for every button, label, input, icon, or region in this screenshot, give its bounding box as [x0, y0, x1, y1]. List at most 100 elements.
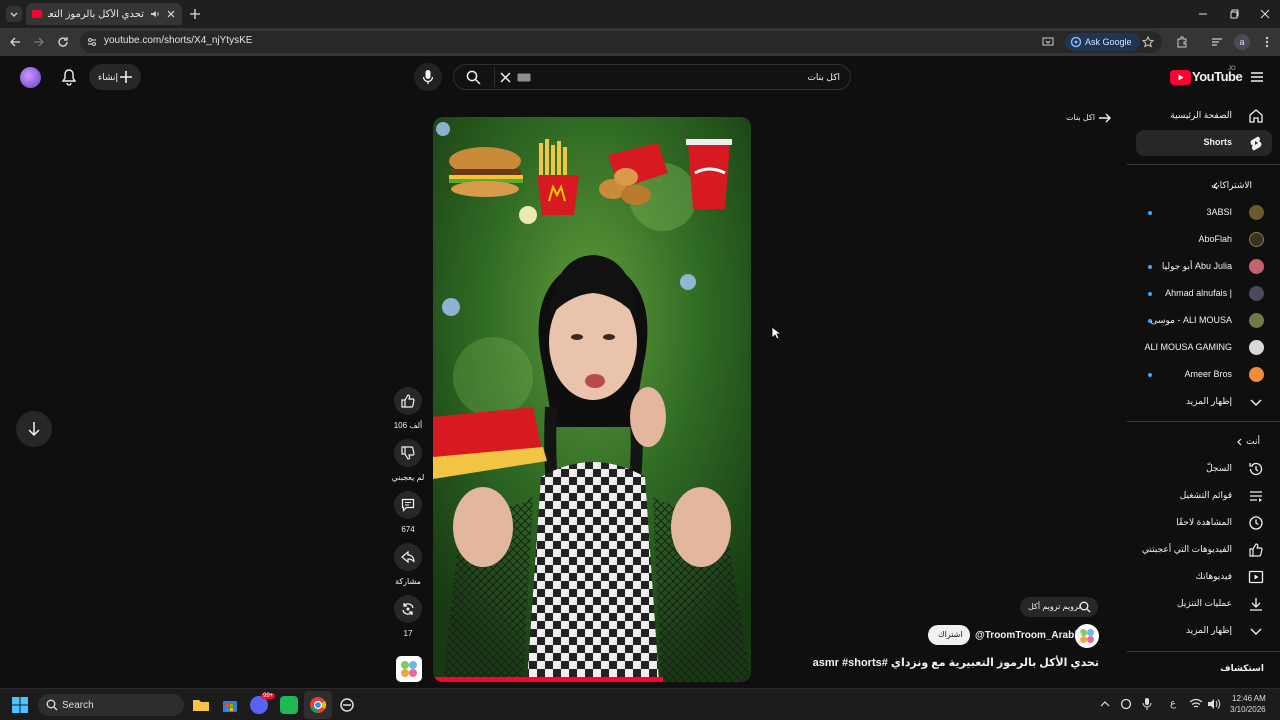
back-to-search-link[interactable]: اكل بنات	[1060, 109, 1118, 127]
tab-search-button[interactable]	[6, 6, 22, 22]
dislike-label: لم يعجبني	[391, 473, 425, 482]
sidebar-item-playlists[interactable]: قوائم التشغيل	[1127, 483, 1280, 509]
hamburger-menu-icon[interactable]	[1250, 70, 1264, 84]
channel-name: | Ahmad alnufais	[1165, 288, 1232, 298]
sidebar-item-watch-later[interactable]: المشاهدة لاحقًا	[1127, 510, 1280, 536]
create-button[interactable]: إنشاء	[89, 64, 141, 90]
reload-icon[interactable]	[56, 35, 70, 49]
share-button[interactable]	[394, 543, 422, 571]
sidebar-item-home[interactable]: الصفحة الرئيسية	[1127, 103, 1280, 129]
you-title: أنت	[1246, 436, 1260, 446]
plus-icon	[120, 71, 132, 83]
channel-handle[interactable]: @TroomTroom_Arabic	[975, 630, 1083, 641]
sidebar-item-liked-videos[interactable]: الفيديوهات التي أعجبتني	[1127, 537, 1280, 563]
channel-avatar	[1249, 367, 1264, 382]
comments-button[interactable]	[394, 491, 422, 519]
search-suggestion-pill[interactable]: ترويم ترويم أكل	[1020, 597, 1098, 617]
subscription-item[interactable]: ALI MOUSA GAMING	[1127, 335, 1280, 361]
show-more-you[interactable]: إظهار المزيد	[1127, 618, 1280, 644]
ask-google-button[interactable]: Ask Google	[1065, 33, 1140, 51]
channel-avatar	[1249, 259, 1264, 274]
sidebar-item-downloads[interactable]: عمليات التنزيل	[1127, 591, 1280, 617]
windows-start-icon[interactable]	[12, 697, 28, 713]
volume-icon[interactable]	[1207, 698, 1221, 710]
show-more-subscriptions[interactable]: إظهار المزيد	[1127, 389, 1280, 415]
youtube-favicon-icon	[32, 10, 42, 18]
voice-search-button[interactable]	[414, 63, 442, 91]
subscribe-button[interactable]: اشتراك	[928, 625, 970, 645]
sidebar-item-label: عمليات التنزيل	[1177, 598, 1232, 608]
new-tab-icon[interactable]	[188, 7, 202, 21]
subscription-item[interactable]: ALI MOUSA - موسى	[1127, 308, 1280, 334]
sidebar-item-shorts[interactable]: Shorts	[1136, 130, 1272, 156]
you-header[interactable]: أنت	[1127, 429, 1280, 455]
bell-icon[interactable]	[61, 68, 77, 86]
subscription-item[interactable]: Abu Julia أبو جوليا	[1127, 254, 1280, 280]
channel-avatar	[1249, 313, 1264, 328]
extensions-icon[interactable]	[1175, 35, 1189, 49]
forward-icon[interactable]	[32, 35, 46, 49]
microsoft-store-icon[interactable]	[221, 696, 239, 714]
subscription-item[interactable]: | Ahmad alnufais	[1127, 281, 1280, 307]
search-icon[interactable]	[466, 70, 481, 85]
short-video-player[interactable]	[433, 117, 751, 682]
site-info-icon[interactable]	[86, 36, 98, 48]
taskbar-search-label: Search	[62, 700, 94, 711]
sidebar-item-label: قوائم التشغيل	[1179, 490, 1232, 500]
playlists-icon	[1250, 491, 1262, 502]
file-explorer-icon[interactable]	[192, 696, 210, 714]
address-bar[interactable]: youtube.com/shorts/X4_njYtysKE Ask Googl…	[80, 31, 1162, 53]
clear-search-icon[interactable]	[500, 72, 511, 83]
restore-icon[interactable]	[1228, 7, 1242, 21]
new-content-dot	[1148, 292, 1152, 296]
clock-date[interactable]: 3/10/2026	[1230, 705, 1266, 714]
bookmark-star-icon[interactable]	[1142, 36, 1154, 48]
subscription-item[interactable]: Ameer Bros	[1127, 362, 1280, 388]
speaker-icon[interactable]	[150, 9, 160, 19]
explore-title: استكشاف	[1220, 663, 1264, 673]
sidebar-item-your-videos[interactable]: فيديوهاتك	[1127, 564, 1280, 590]
subscriptions-header[interactable]: الاشتراكات	[1127, 173, 1280, 199]
keyboard-icon[interactable]	[517, 73, 531, 82]
input-language[interactable]: ع	[1170, 698, 1176, 709]
tab-search-icon[interactable]	[1210, 35, 1224, 49]
subscription-item[interactable]: AboFlah	[1127, 227, 1280, 253]
youtube-page: إنشاء اكل بنات YouTube JO الصفحة الرئيسي…	[0, 56, 1280, 688]
youtube-logo[interactable]: YouTube JO	[1170, 66, 1243, 85]
chrome-taskbar-item[interactable]	[304, 691, 332, 719]
close-window-icon[interactable]	[1258, 7, 1272, 21]
taskbar-search[interactable]: Search	[38, 694, 184, 716]
sound-thumbnail[interactable]	[396, 656, 422, 682]
dislike-button[interactable]	[394, 439, 422, 467]
minimize-icon[interactable]	[1196, 7, 1210, 21]
copilot-icon[interactable]	[1120, 697, 1132, 711]
lens-icon	[1070, 36, 1082, 48]
chevron-up-icon[interactable]	[1100, 699, 1110, 709]
kebab-menu-icon[interactable]	[1260, 35, 1274, 49]
sidebar-item-label: المشاهدة لاحقًا	[1176, 517, 1232, 527]
remix-button[interactable]	[394, 595, 422, 623]
microphone-icon[interactable]	[1142, 697, 1152, 711]
downloads-icon	[1250, 598, 1262, 611]
close-tab-icon[interactable]	[166, 9, 176, 19]
app-icon[interactable]	[280, 696, 298, 714]
remix-count: 17	[403, 629, 413, 638]
openai-app-icon[interactable]	[338, 696, 356, 714]
like-button[interactable]	[394, 387, 422, 415]
search-bar[interactable]: اكل بنات	[453, 64, 851, 90]
cast-icon[interactable]	[1042, 36, 1054, 48]
chevron-down-icon	[1250, 399, 1262, 406]
thumbs-up-icon	[401, 394, 415, 408]
browser-tab-active[interactable]: تحدي الأكل بالرموز التعبيرية	[26, 3, 182, 25]
subscription-item[interactable]: 3ABSI	[1127, 200, 1280, 226]
account-avatar[interactable]	[20, 67, 41, 88]
profile-avatar[interactable]: a	[1234, 34, 1250, 50]
next-short-button[interactable]	[16, 411, 52, 447]
wifi-icon[interactable]	[1189, 698, 1203, 710]
sidebar-item-history[interactable]: السجلّ	[1127, 456, 1280, 482]
clock-time[interactable]: 12:46 AM	[1232, 694, 1266, 703]
search-input[interactable]: اكل بنات	[807, 72, 840, 83]
back-icon[interactable]	[8, 35, 22, 49]
search-icon	[1079, 601, 1091, 613]
channel-name: AboFlah	[1198, 234, 1232, 244]
